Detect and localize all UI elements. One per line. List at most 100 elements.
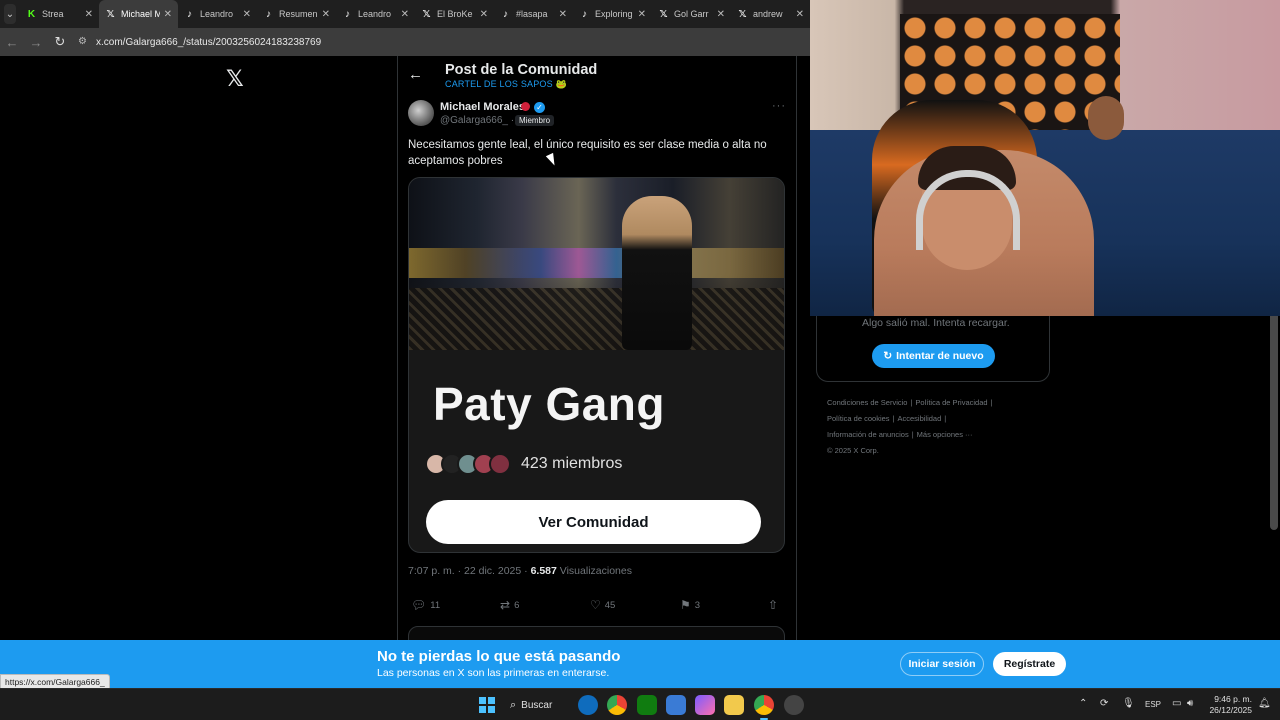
close-icon[interactable]: ✕	[480, 9, 488, 20]
browser-tab[interactable]: ♪ Resumen ✕	[257, 0, 336, 28]
community-card[interactable]: Paty Gang 423 miembros Ver Comunidad	[408, 177, 785, 553]
clock[interactable]: 9:46 p. m. 26/12/2025	[1206, 694, 1252, 716]
volume-icon[interactable]: 🔊︎	[1187, 698, 1193, 709]
footer-link[interactable]: Información de anuncios	[827, 430, 909, 439]
kick-icon: K	[27, 8, 36, 20]
verified-badge-icon: ✓	[534, 102, 545, 113]
address-bar: ← → ↻ ⚙ x.com/Galarga666_/status/2003256…	[0, 28, 810, 56]
tab-label: Strea	[42, 9, 64, 19]
community-link[interactable]: CARTEL DE LOS SAPOS 🐸	[445, 79, 567, 90]
browser-tab[interactable]: 𝕏 El BroKe ✕	[415, 0, 494, 28]
tiktok-icon: ♪	[266, 8, 271, 20]
browser-tab[interactable]: 𝕏 Gol Garr ✕	[652, 0, 731, 28]
tiktok-icon: ♪	[503, 8, 508, 20]
close-icon[interactable]: ✕	[322, 9, 330, 20]
forward-arrow-icon[interactable]: →	[24, 35, 48, 50]
close-icon[interactable]: ✕	[85, 9, 93, 20]
bookmark-count: 3	[694, 599, 701, 611]
xbox-icon[interactable]	[637, 695, 657, 715]
tab-label: Leandro	[200, 9, 234, 19]
back-arrow-icon[interactable]: ←	[408, 66, 423, 83]
author-handle[interactable]: @Galarga666_ ·	[440, 115, 514, 126]
browser-tab[interactable]: 𝕏 Michael M ✕	[99, 0, 178, 28]
repost-button[interactable]: ⇄ 6	[500, 598, 519, 612]
bookmark-icon: ⚑	[680, 598, 691, 612]
close-icon[interactable]: ✕	[717, 9, 725, 20]
language-indicator[interactable]: ESP	[1145, 700, 1161, 709]
reply-button[interactable]: 💬︎ 11	[411, 598, 440, 612]
tab-label: Gol Garr	[674, 9, 709, 19]
footer-separator: |	[910, 398, 913, 407]
taskbar: ⌕ Buscar ⌃ ⟳ 🎙︎ ESP ▭ 🔊︎ 9:46 p. m. 26/1…	[0, 688, 1280, 720]
file-explorer-icon[interactable]	[724, 695, 744, 715]
browser-tab[interactable]: K Strea ✕	[20, 0, 99, 28]
community-name: Paty Gang	[433, 378, 666, 430]
footer-link[interactable]: Accesibilidad	[898, 414, 942, 423]
replies-section[interactable]	[408, 626, 785, 640]
like-count: 45	[604, 599, 616, 611]
tab-search-menu-icon[interactable]: ⌄	[4, 4, 16, 24]
edge-icon[interactable]	[578, 695, 598, 715]
webcam-overlay	[810, 0, 1280, 316]
x-icon: 𝕏	[422, 8, 431, 20]
login-button[interactable]: Iniciar sesión	[900, 652, 984, 676]
close-icon[interactable]: ✕	[401, 9, 409, 20]
retry-button[interactable]: ↻ Intentar de nuevo	[872, 344, 995, 368]
network-icon[interactable]: ▭	[1172, 698, 1181, 709]
register-button[interactable]: Regístrate	[993, 652, 1066, 676]
copilot-icon[interactable]	[695, 695, 715, 715]
close-icon[interactable]: ✕	[796, 9, 804, 20]
back-arrow-icon[interactable]: ←	[0, 35, 24, 50]
close-icon[interactable]: ✕	[559, 9, 567, 20]
notification-bell-icon[interactable]: 🔔︎	[1258, 698, 1271, 709]
x-logo-icon[interactable]: 𝕏	[226, 66, 244, 92]
reload-icon[interactable]: ↻	[48, 34, 72, 50]
close-icon[interactable]: ✕	[164, 9, 172, 20]
tab-label: Resumen	[279, 9, 318, 19]
view-community-button[interactable]: Ver Comunidad	[426, 500, 761, 544]
signup-banner: No te pierdas lo que está pasando Las pe…	[0, 640, 1270, 688]
browser-tab[interactable]: ♪ #lasapa ✕	[494, 0, 573, 28]
more-options-icon[interactable]: ···	[772, 100, 786, 112]
taskbar-search[interactable]: ⌕ Buscar	[510, 694, 564, 716]
browser-tab[interactable]: ♪ Leandro ✕	[336, 0, 415, 28]
footer-separator: |	[944, 414, 947, 423]
browser-tab[interactable]: ♪ Leandro ✕	[178, 0, 257, 28]
browser-tab[interactable]: ♪ Exploring ✕	[573, 0, 652, 28]
error-message: Algo salió mal. Intenta recargar.	[862, 317, 1010, 329]
site-info-icon[interactable]: ⚙	[78, 36, 90, 48]
author-avatar[interactable]	[408, 100, 434, 126]
footer-link[interactable]: Más opciones ···	[917, 430, 973, 439]
x-icon: 𝕏	[659, 8, 668, 20]
url-field[interactable]: ⚙ x.com/Galarga666_/status/2003256024183…	[78, 31, 810, 53]
browser-tab[interactable]: 𝕏andrew ✕	[731, 0, 810, 28]
post-timestamp[interactable]: 7:07 p. m. · 22 dic. 2025 ·	[408, 565, 528, 577]
heart-icon: ♡	[590, 598, 601, 612]
windows-start-icon[interactable]	[479, 697, 495, 713]
like-button[interactable]: ♡ 45	[590, 598, 615, 612]
boxing-glove-emoji-icon	[521, 102, 530, 111]
author-name[interactable]: Michael Morales	[440, 101, 525, 113]
share-button[interactable]: ⇧	[768, 598, 782, 612]
chevron-up-icon[interactable]: ⌃	[1079, 698, 1087, 709]
clock-time: 9:46 p. m.	[1214, 694, 1252, 704]
photos-icon[interactable]	[666, 695, 686, 715]
footer-link[interactable]: Política de Privacidad	[915, 398, 987, 407]
tab-label: andrew	[753, 9, 783, 19]
clock-date: 26/12/2025	[1209, 705, 1252, 715]
chrome-icon[interactable]	[607, 695, 627, 715]
banner-title: No te pierdas lo que está pasando	[377, 648, 621, 665]
bookmark-button[interactable]: ⚑ 3	[680, 598, 700, 612]
close-icon[interactable]: ✕	[638, 9, 646, 20]
footer-link[interactable]: © 2025 X Corp.	[827, 446, 879, 455]
community-members: 423 miembros	[425, 453, 622, 475]
app-icon[interactable]	[784, 695, 804, 715]
sync-icon[interactable]: ⟳	[1100, 698, 1108, 709]
footer-link[interactable]: Política de cookies	[827, 414, 890, 423]
search-icon: ⌕	[510, 698, 517, 711]
microphone-icon[interactable]: 🎙︎	[1122, 698, 1135, 709]
chrome-active-icon[interactable]	[754, 695, 774, 720]
footer-link[interactable]: Condiciones de Servicio	[827, 398, 907, 407]
close-icon[interactable]: ✕	[243, 9, 251, 20]
tab-label: El BroKe	[437, 9, 473, 19]
